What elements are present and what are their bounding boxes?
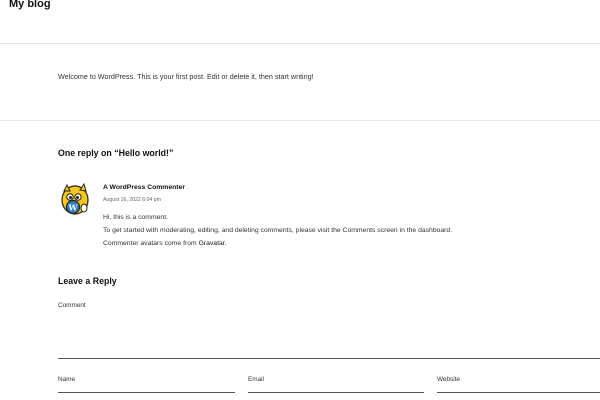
site-title-link[interactable]: My blog xyxy=(9,0,51,10)
comment-label: Comment xyxy=(58,302,86,309)
comment-author-link[interactable]: A WordPress Commenter xyxy=(103,184,185,191)
comment-line: Commenter avatars come from Gravatar. xyxy=(103,237,452,250)
gravatar-link[interactable]: Gravatar xyxy=(199,240,225,247)
header-divider xyxy=(0,43,600,44)
content-divider xyxy=(0,120,600,121)
wapuu-avatar-icon: W xyxy=(61,182,89,215)
email-label: Email xyxy=(248,376,264,383)
comment-date-link[interactable]: August 16, 2022 6:04 pm xyxy=(103,197,161,203)
comment-body: Hi, this is a comment. To get started wi… xyxy=(103,211,452,250)
website-label: Website xyxy=(437,376,460,383)
svg-text:W: W xyxy=(68,202,79,212)
website-input[interactable] xyxy=(437,386,600,393)
comment-textarea[interactable] xyxy=(58,312,600,359)
comment-line: To get started with moderating, editing,… xyxy=(103,227,453,234)
email-input[interactable] xyxy=(248,386,424,393)
comments-title: One reply on “Hello world!” xyxy=(58,148,174,158)
comment-line: Hi, this is a comment. xyxy=(103,214,168,221)
commenter-avatar: W xyxy=(58,182,92,216)
comment-line-text: . xyxy=(224,240,227,247)
leave-reply-title: Leave a Reply xyxy=(58,276,117,286)
name-input[interactable] xyxy=(58,386,235,393)
comment-line-text: Commenter avatars come from xyxy=(103,240,199,247)
post-content: Welcome to WordPress. This is your first… xyxy=(58,72,314,81)
name-label: Name xyxy=(58,376,76,383)
